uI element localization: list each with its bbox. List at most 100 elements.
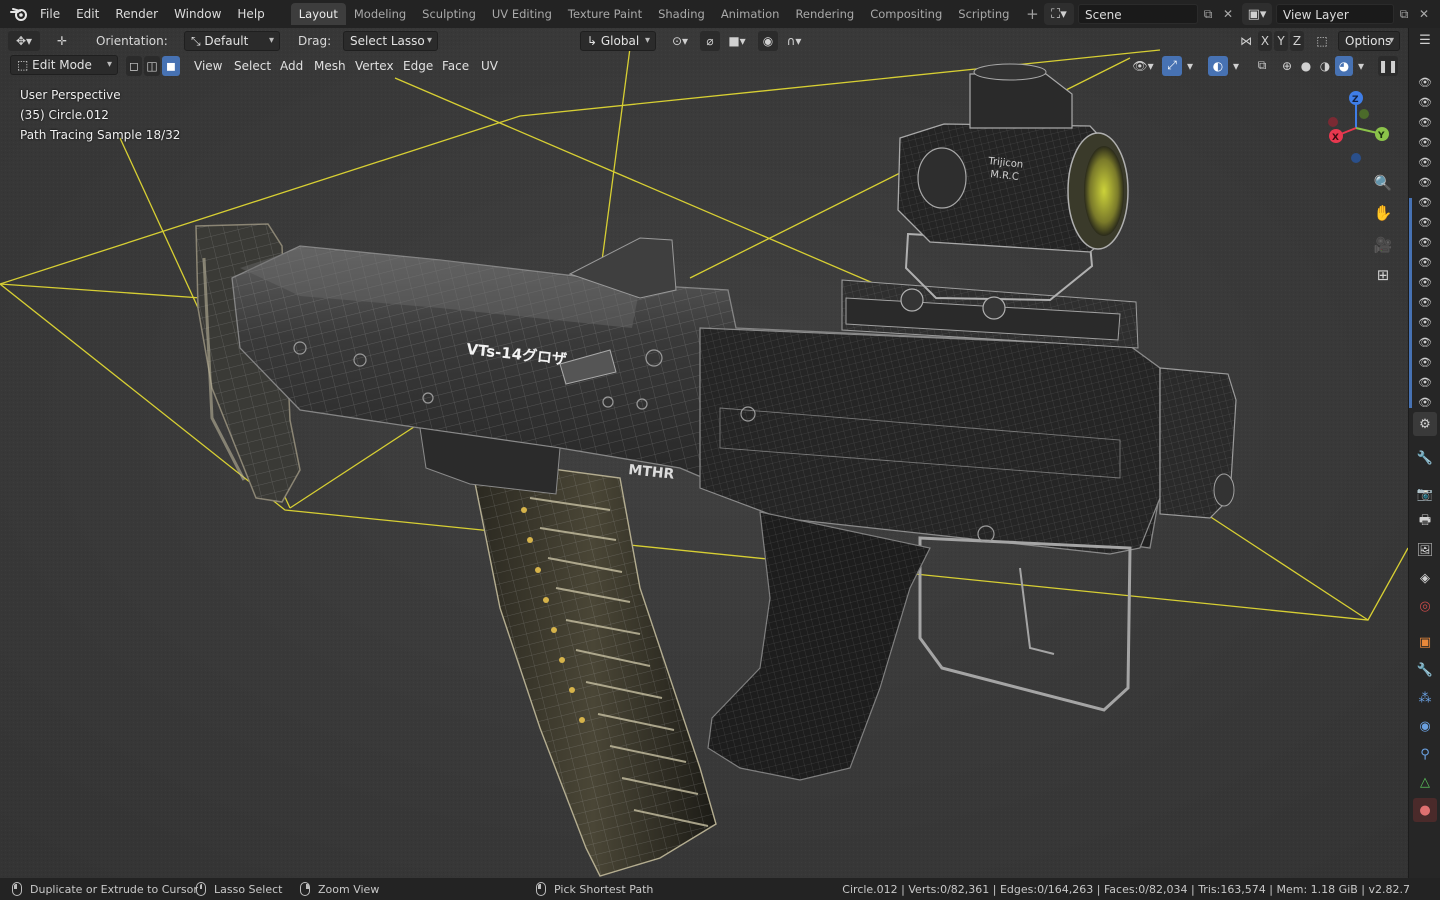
view-layer-properties-icon[interactable]: 🖼: [1413, 538, 1437, 562]
visibility-eye-icon[interactable]: 👁: [1418, 357, 1432, 369]
navigation-gizmo[interactable]: Z Y X: [1320, 88, 1396, 168]
add-workspace-button[interactable]: +: [1021, 3, 1043, 25]
outliner-toggle-icon[interactable]: ☰: [1413, 28, 1437, 52]
tool-properties-icon[interactable]: ⚙: [1413, 412, 1437, 436]
tab-texture-paint[interactable]: Texture Paint: [560, 3, 650, 25]
tab-compositing[interactable]: Compositing: [862, 3, 950, 25]
visibility-eye-icon[interactable]: 👁: [1418, 397, 1432, 409]
gizmo-toggle-icon[interactable]: ⤢: [1162, 55, 1182, 76]
options-dropdown[interactable]: Options ▾: [1338, 31, 1400, 51]
menu-face[interactable]: Face: [442, 59, 469, 73]
mirror-x-toggle[interactable]: X: [1258, 30, 1272, 51]
mirror-y-toggle[interactable]: Y: [1274, 30, 1288, 51]
mirror-icon[interactable]: ⋈: [1236, 31, 1256, 51]
visibility-eye-icon[interactable]: 👁: [1418, 337, 1432, 349]
mode-dropdown[interactable]: ⬚ Edit Mode ▾: [10, 55, 118, 75]
menu-edge[interactable]: Edge: [403, 59, 433, 73]
3d-viewport[interactable]: VTs-14グロザ MTHR Trijicon M.R.C ✥▾ ✛ Orien…: [0, 28, 1408, 878]
auto-merge-icon[interactable]: ⬚: [1312, 31, 1332, 51]
visibility-eye-icon[interactable]: 👁: [1418, 297, 1432, 309]
drag-dropdown[interactable]: Select Lasso ▾: [343, 31, 438, 51]
physics-properties-icon[interactable]: ◉: [1413, 714, 1437, 738]
tab-scripting[interactable]: Scripting: [950, 3, 1017, 25]
menu-add[interactable]: Add: [280, 59, 303, 73]
visibility-eye-icon[interactable]: 👁: [1418, 377, 1432, 389]
menu-uv[interactable]: UV: [481, 59, 498, 73]
tab-rendering[interactable]: Rendering: [787, 3, 862, 25]
delete-scene-icon[interactable]: ✕: [1218, 4, 1238, 24]
overlay-toggle-icon[interactable]: ◐: [1208, 55, 1228, 76]
visibility-eye-icon[interactable]: 👁: [1418, 277, 1432, 289]
blender-logo-icon[interactable]: [6, 1, 32, 27]
new-view-layer-icon[interactable]: ⧉: [1394, 4, 1414, 24]
visibility-icon[interactable]: 👁▾: [1128, 56, 1158, 76]
zoom-icon[interactable]: 🔍: [1370, 170, 1396, 196]
menu-edit[interactable]: Edit: [68, 0, 107, 28]
pause-render-icon[interactable]: ❚❚: [1378, 55, 1398, 76]
pan-hand-icon[interactable]: ✋: [1370, 200, 1396, 226]
snap-icon[interactable]: ⌀: [700, 30, 720, 51]
material-shading-icon[interactable]: ◑: [1316, 56, 1334, 76]
tab-modeling[interactable]: Modeling: [346, 3, 414, 25]
visibility-eye-icon[interactable]: 👁: [1418, 157, 1432, 169]
visibility-eye-icon[interactable]: 👁: [1418, 137, 1432, 149]
tab-layout[interactable]: Layout: [290, 3, 346, 25]
visibility-eye-icon[interactable]: 👁: [1418, 237, 1432, 249]
material-properties-icon[interactable]: ●: [1413, 798, 1437, 822]
visibility-eye-icon[interactable]: 👁: [1418, 257, 1432, 269]
tab-shading[interactable]: Shading: [650, 3, 713, 25]
orientation-dropdown[interactable]: ⤡ Default ▾: [184, 31, 280, 51]
chevron-down-icon[interactable]: ▾: [1355, 56, 1367, 76]
constraints-properties-icon[interactable]: ⚲: [1413, 742, 1437, 766]
menu-render[interactable]: Render: [107, 0, 166, 28]
visibility-eye-icon[interactable]: 👁: [1418, 177, 1432, 189]
render-properties-icon[interactable]: 📷: [1413, 482, 1437, 506]
transform-orientation-dropdown[interactable]: ↳ Global ▾: [580, 31, 656, 51]
menu-mesh[interactable]: Mesh: [314, 59, 346, 73]
view-layer-browse-icon[interactable]: ▣▾: [1242, 3, 1272, 25]
world-properties-icon[interactable]: ◎: [1413, 594, 1437, 618]
scene-name-field[interactable]: Scene: [1078, 4, 1198, 24]
delete-view-layer-icon[interactable]: ✕: [1414, 4, 1434, 24]
menu-help[interactable]: Help: [229, 0, 272, 28]
visibility-eye-icon[interactable]: 👁: [1418, 317, 1432, 329]
chevron-down-icon[interactable]: ▾: [1230, 56, 1242, 76]
scene-properties-icon[interactable]: ◈: [1413, 566, 1437, 590]
rendered-shading-icon[interactable]: ◕: [1335, 55, 1353, 76]
chevron-down-icon[interactable]: ▾: [1184, 56, 1196, 76]
camera-view-icon[interactable]: 🎥: [1370, 232, 1396, 258]
tab-sculpting[interactable]: Sculpting: [414, 3, 484, 25]
gizmo-neg-y-axis[interactable]: [1359, 109, 1369, 119]
modifier-properties-icon[interactable]: 🔧: [1413, 658, 1437, 682]
falloff-icon[interactable]: ∩▾: [780, 31, 808, 51]
gizmo-neg-z-axis[interactable]: [1351, 153, 1361, 163]
tool-icon[interactable]: ✥▾: [8, 30, 40, 51]
gizmo-neg-x-axis[interactable]: [1328, 117, 1338, 127]
object-properties-icon[interactable]: ▣: [1413, 630, 1437, 654]
perspective-grid-icon[interactable]: ⊞: [1370, 262, 1396, 288]
vertex-select-icon[interactable]: ◻: [126, 55, 142, 76]
output-properties-icon[interactable]: 🖶: [1413, 510, 1437, 534]
visibility-eye-icon[interactable]: 👁: [1418, 97, 1432, 109]
menu-vertex[interactable]: Vertex: [355, 59, 394, 73]
xray-toggle-icon[interactable]: ⧉: [1252, 56, 1272, 76]
menu-window[interactable]: Window: [166, 0, 229, 28]
active-tool-icon[interactable]: 🔧: [1413, 446, 1437, 470]
view-layer-name-field[interactable]: View Layer: [1276, 4, 1394, 24]
snap-target-icon[interactable]: ■▾: [722, 31, 752, 51]
data-properties-icon[interactable]: △: [1413, 770, 1437, 794]
edge-select-icon[interactable]: ◫: [144, 55, 160, 76]
wireframe-shading-icon[interactable]: ⊕: [1278, 56, 1296, 76]
solid-shading-icon[interactable]: ●: [1297, 56, 1315, 76]
menu-select[interactable]: Select: [234, 59, 271, 73]
pivot-point-icon[interactable]: ⊙▾: [664, 31, 696, 51]
visibility-eye-icon[interactable]: 👁: [1418, 77, 1432, 89]
proportional-edit-icon[interactable]: ◉: [758, 30, 778, 51]
menu-file[interactable]: File: [32, 0, 68, 28]
move-tool-icon[interactable]: ✛: [50, 31, 74, 51]
visibility-eye-icon[interactable]: 👁: [1418, 217, 1432, 229]
tab-uv-editing[interactable]: UV Editing: [484, 3, 560, 25]
visibility-eye-icon[interactable]: 👁: [1418, 117, 1432, 129]
tab-animation[interactable]: Animation: [713, 3, 788, 25]
face-select-icon[interactable]: ◼: [162, 55, 180, 76]
